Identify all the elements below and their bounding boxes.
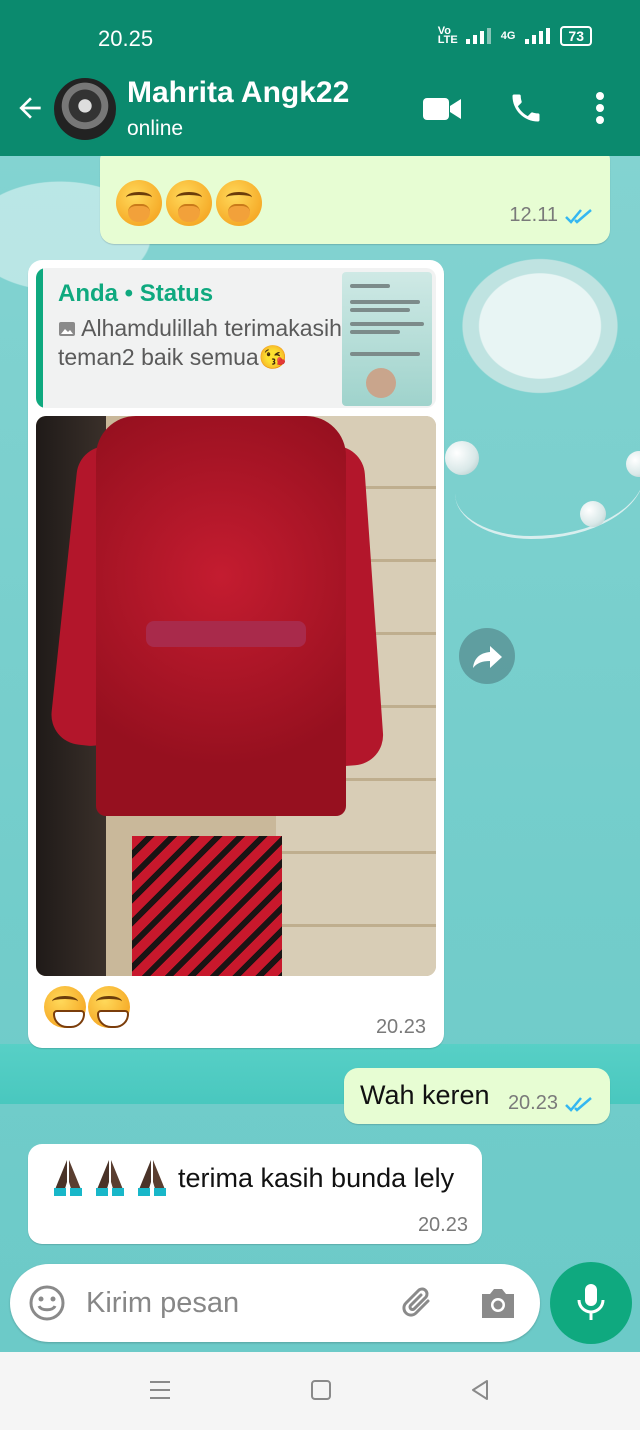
message-time: 20.23 <box>417 1214 468 1236</box>
folded-hands-emoji <box>138 1160 166 1196</box>
message-meta: 12.11 <box>509 204 596 227</box>
back-arrow-icon[interactable] <box>14 92 46 124</box>
grinning-emoji <box>44 986 86 1028</box>
contact-avatar[interactable] <box>52 76 118 142</box>
microphone-icon <box>577 1284 605 1320</box>
message-meta: 20.23 <box>508 1092 596 1115</box>
message-time: 20.23 <box>507 1092 558 1114</box>
home-icon[interactable] <box>309 1378 333 1402</box>
chat-header: Mahrita Angk22 online <box>0 70 640 156</box>
hand-over-mouth-emoji <box>216 180 262 226</box>
forward-icon <box>473 646 502 668</box>
battery-level: 73 <box>560 26 592 46</box>
message-input-bar[interactable]: Kirim pesan <box>10 1264 540 1342</box>
mobile-data-label: 4G <box>500 30 516 42</box>
quoted-text: Alhamdulillah terimakasih teman2 baik se… <box>58 315 342 370</box>
hand-over-mouth-emoji <box>116 180 162 226</box>
system-back-icon[interactable] <box>468 1378 492 1402</box>
status-bar: 20.25 Vo LTE 4G 73 <box>0 0 640 70</box>
message-time: 12.11 <box>509 204 558 226</box>
emoji-row <box>116 180 262 226</box>
caption-emoji-row <box>44 986 130 1028</box>
more-options-icon[interactable] <box>590 90 610 126</box>
message-outgoing[interactable]: 12.11 <box>100 156 610 244</box>
wallpaper-pearl <box>445 441 479 475</box>
status-time: 20.25 <box>98 26 154 51</box>
quoted-status-thumbnail <box>342 272 432 406</box>
message-photo[interactable] <box>36 416 436 976</box>
system-navigation-bar <box>0 1352 640 1430</box>
folded-hands-emoji <box>54 1160 82 1196</box>
camera-icon[interactable] <box>478 1284 518 1322</box>
folded-hands-emoji <box>96 1160 124 1196</box>
wallpaper-pearl-string <box>455 426 640 539</box>
message-outgoing[interactable]: Wah keren 20.23 <box>344 1068 610 1124</box>
signal-strength-icon-2 <box>525 28 551 44</box>
folded-hands-emoji-row <box>50 1158 170 1198</box>
read-receipt-icon <box>565 208 592 224</box>
read-receipt-icon <box>565 1096 592 1112</box>
contact-status: online <box>127 117 184 140</box>
message-incoming[interactable]: terima kasih bunda lely 20.23 <box>28 1144 482 1244</box>
wallpaper-pearl <box>580 501 606 527</box>
quoted-status[interactable]: Anda • Status Alhamdulillah terimakasih … <box>36 268 436 408</box>
voice-call-icon[interactable] <box>508 90 544 126</box>
video-call-icon[interactable] <box>422 94 462 124</box>
contact-name[interactable]: Mahrita Angk22 <box>127 76 349 110</box>
message-text: terima kasih bunda lely <box>178 1162 455 1193</box>
forward-button[interactable] <box>459 628 515 684</box>
voice-message-button[interactable] <box>550 1262 632 1344</box>
grinning-emoji <box>88 986 130 1028</box>
message-incoming[interactable]: Anda • Status Alhamdulillah terimakasih … <box>28 260 444 1048</box>
image-icon <box>59 322 75 336</box>
message-time: 20.23 <box>375 1016 426 1038</box>
message-text: Wah keren <box>360 1080 490 1110</box>
message-input[interactable]: Kirim pesan <box>86 1287 239 1320</box>
emoji-picker-icon[interactable] <box>28 1284 66 1322</box>
recent-apps-icon[interactable] <box>148 1378 172 1402</box>
volte-label: Vo LTE <box>437 25 458 46</box>
attach-icon[interactable] <box>400 1284 438 1322</box>
message-meta: 20.23 <box>376 1016 426 1039</box>
status-icons: Vo LTE 4G 73 <box>438 26 592 46</box>
signal-strength-icon <box>465 28 491 44</box>
message-meta: 20.23 <box>418 1214 468 1237</box>
hand-over-mouth-emoji <box>166 180 212 226</box>
quoted-title: Anda • Status <box>58 280 214 307</box>
chat-area[interactable]: 12.11 Anda • Status Alhamdulillah terima… <box>0 156 640 1352</box>
message-body: terima kasih bunda lely <box>50 1158 454 1198</box>
